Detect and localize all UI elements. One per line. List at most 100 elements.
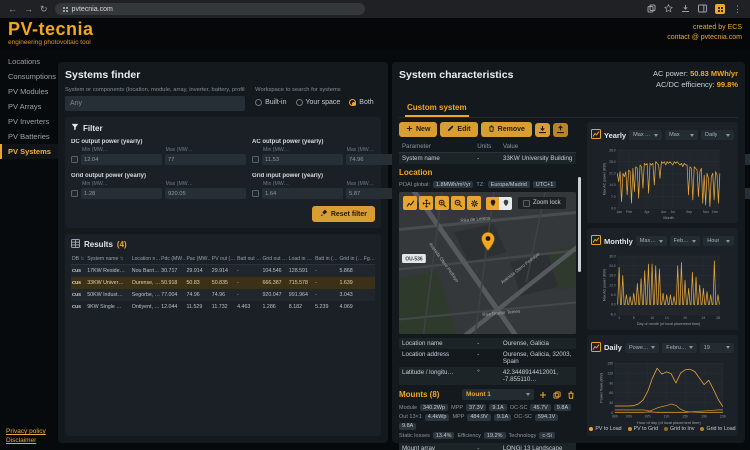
map-zoom-in-button[interactable] bbox=[435, 196, 449, 210]
max-label: Max (MW… bbox=[166, 147, 247, 153]
share-icon[interactable] bbox=[647, 0, 656, 18]
browser-menu-icon[interactable]: ⋮ bbox=[733, 5, 742, 14]
cell: 3.043 bbox=[338, 289, 362, 301]
workspace-option-both[interactable]: Both bbox=[349, 99, 373, 106]
column-header-grid-out-[interactable]: Grid out … ⇅ bbox=[261, 254, 287, 265]
workspace-option-your-space[interactable]: Your space bbox=[296, 99, 341, 106]
results-count: (4) bbox=[117, 240, 127, 249]
daily-select-2[interactable]: 19 bbox=[700, 343, 734, 353]
yearly-select-1[interactable]: Max bbox=[665, 130, 698, 140]
back-icon[interactable]: ← bbox=[8, 5, 17, 14]
import-button[interactable] bbox=[535, 123, 550, 137]
max-input[interactable] bbox=[165, 154, 246, 165]
filter-enable-checkbox[interactable] bbox=[252, 156, 259, 163]
sidebar-item-pv-batteries[interactable]: PV Batteries bbox=[0, 129, 58, 144]
table-row[interactable]: cus50KW Indust…Segorbe, …77.00474.9674.9… bbox=[71, 289, 375, 301]
chevron-down-icon bbox=[726, 134, 730, 137]
sidebar-item-locations[interactable]: Locations bbox=[0, 54, 58, 69]
map-pan-tool-button[interactable] bbox=[419, 196, 433, 210]
min-input[interactable] bbox=[81, 154, 162, 165]
new-button[interactable]: New bbox=[399, 122, 437, 137]
min-input[interactable] bbox=[81, 188, 162, 199]
column-header-pdc-mw-[interactable]: Pdc (MW… ⇅ bbox=[160, 254, 185, 265]
sidebar-item-pv-systems[interactable]: PV Systems bbox=[0, 144, 58, 159]
screen: ← → ↻ pvtecnia.com ⋮ PV-tecnia engineeri… bbox=[0, 0, 750, 450]
select-value: Februa… bbox=[674, 238, 691, 244]
sidebar-footer: Privacy policyDisclaimer bbox=[6, 427, 46, 445]
column-header-location-n-[interactable]: Location n… ⇅ bbox=[131, 254, 160, 265]
min-input[interactable] bbox=[262, 154, 343, 165]
column-header-batt-in-[interactable]: Batt in (… ⇅ bbox=[314, 254, 338, 265]
column-header-batt-out-[interactable]: Batt out … ⇅ bbox=[236, 254, 261, 265]
sidebar-item-pv-modules[interactable]: PV Modules bbox=[0, 84, 58, 99]
max-input[interactable] bbox=[165, 188, 246, 199]
export-button[interactable] bbox=[553, 123, 568, 137]
min-input[interactable] bbox=[262, 188, 343, 199]
sidebar-item-pv-arrays[interactable]: PV Arrays bbox=[0, 99, 58, 114]
zoom-lock-checkbox[interactable] bbox=[523, 200, 530, 207]
column-header-system-name[interactable]: System name ⇅ bbox=[86, 254, 131, 265]
duplicate-mount-button[interactable] bbox=[552, 391, 562, 399]
monthly-select-2[interactable]: Hour bbox=[703, 236, 734, 246]
sidebar-item-consumptions[interactable]: Consumptions bbox=[0, 69, 58, 84]
pin-mode-toggle[interactable] bbox=[486, 197, 512, 210]
reload-icon[interactable]: ↻ bbox=[40, 5, 48, 14]
spec-label: MPP bbox=[452, 414, 464, 420]
svg-text:18.0: 18.0 bbox=[609, 274, 616, 278]
mount-select[interactable]: Mount 1 bbox=[462, 389, 534, 400]
column-header-pac-mw-[interactable]: Pac (MW… ⇅ bbox=[185, 254, 210, 265]
edit-button[interactable]: Edit bbox=[440, 122, 477, 137]
tab-custom-system[interactable]: Custom system bbox=[405, 102, 469, 117]
remove-button[interactable]: Remove bbox=[481, 122, 532, 137]
chart-period-label: Monthly bbox=[604, 237, 633, 246]
map-marker-pin-icon[interactable] bbox=[480, 232, 496, 257]
yearly-select-2[interactable]: Daily bbox=[701, 130, 734, 140]
search-input[interactable] bbox=[65, 96, 245, 111]
footer-link-privacy-policy[interactable]: Privacy policy bbox=[6, 427, 46, 436]
daily-select-0[interactable]: Power flows bbox=[625, 343, 659, 353]
bookmark-star-icon[interactable] bbox=[664, 0, 673, 18]
add-mount-button[interactable] bbox=[538, 391, 548, 399]
svg-text:Power flows (KW): Power flows (KW) bbox=[600, 372, 604, 402]
locate-pin-icon[interactable] bbox=[499, 197, 512, 210]
filter-enable-checkbox[interactable] bbox=[252, 190, 259, 197]
table-row[interactable]: cus17KW Reside…Nou Barri…30.71729.91429.… bbox=[71, 265, 375, 278]
column-header-pv-out-[interactable]: PV out (… ⇅ bbox=[211, 254, 236, 265]
download-tray-icon[interactable] bbox=[681, 0, 690, 18]
table-row[interactable]: cus33KW Univer…Ourense, …50.91850.8350.8… bbox=[71, 277, 375, 289]
scrollbar-thumb[interactable] bbox=[578, 177, 581, 272]
monthly-select-1[interactable]: Februa… bbox=[670, 236, 701, 246]
monthly-select-0[interactable]: Max AC power ( bbox=[636, 236, 667, 246]
filter-enable-checkbox[interactable] bbox=[71, 156, 78, 163]
cell: Location address bbox=[402, 351, 477, 365]
select-value: Max bbox=[669, 132, 680, 138]
column-header-load-in-[interactable]: Load in … ⇅ bbox=[288, 254, 314, 265]
location-map[interactable]: Rúa de Lemos Avenida Otero Pedrayo Aveni… bbox=[399, 192, 576, 334]
place-pin-icon[interactable] bbox=[486, 197, 499, 210]
column-header-fg-[interactable]: Fg… ⇅ bbox=[363, 254, 375, 265]
footer-link-disclaimer[interactable]: Disclaimer bbox=[6, 436, 46, 445]
sidebar-item-pv-inverters[interactable]: PV Inverters bbox=[0, 114, 58, 129]
workspace-option-built-in[interactable]: Built-in bbox=[255, 99, 286, 106]
reset-filter-button[interactable]: Reset filter bbox=[312, 206, 375, 222]
zoom-lock-control[interactable]: Zoom lock bbox=[518, 197, 566, 209]
column-header-db[interactable]: DB ⇅ bbox=[71, 254, 86, 265]
parameter-table: ParameterUnitsValue System name-33KW Uni… bbox=[399, 141, 576, 164]
map-chart-tool-button[interactable] bbox=[403, 196, 417, 210]
svg-text:21.0: 21.0 bbox=[609, 172, 616, 176]
filter-enable-checkbox[interactable] bbox=[71, 190, 78, 197]
trash-icon bbox=[488, 125, 495, 134]
chart-line-icon bbox=[591, 339, 601, 357]
daily-select-1[interactable]: Februa… bbox=[662, 343, 696, 353]
map-settings-button[interactable] bbox=[467, 196, 481, 210]
column-header-grid-in-[interactable]: Grid in (… ⇅ bbox=[338, 254, 362, 265]
yearly-select-0[interactable]: Max AC power (Pac bbox=[629, 130, 662, 140]
cell: 9KW Single … bbox=[86, 301, 131, 313]
address-bar[interactable]: pvtecnia.com bbox=[55, 3, 365, 15]
forward-icon[interactable]: → bbox=[24, 5, 33, 14]
table-row[interactable]: cus9KW Single …Ontiyent, …12.04411.52911… bbox=[71, 301, 375, 313]
profile-avatar[interactable] bbox=[715, 4, 725, 14]
delete-mount-button[interactable] bbox=[566, 391, 576, 399]
side-panel-icon[interactable] bbox=[698, 0, 707, 18]
map-zoom-out-button[interactable] bbox=[451, 196, 465, 210]
